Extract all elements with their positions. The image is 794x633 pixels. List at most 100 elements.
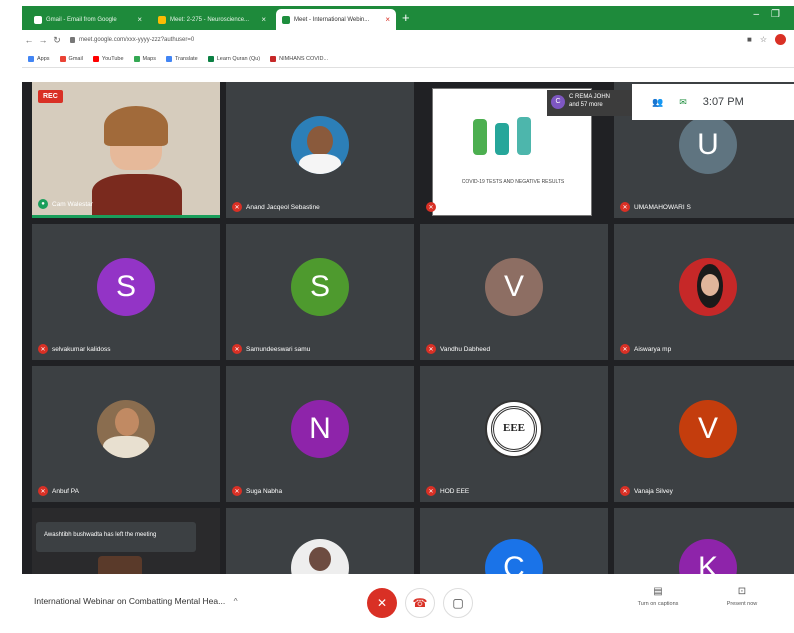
participant-tile[interactable] [226,508,414,574]
participant-avatar: S [291,257,349,316]
people-icon[interactable]: 👥 [652,97,663,108]
participant-avatar: N [291,399,349,458]
presenter-avatar: C [551,95,565,109]
mic-off-icon: ✕ [232,486,242,496]
meeting-details[interactable]: International Webinar on Combatting Ment… [34,596,238,606]
participant-avatar: C [485,539,543,574]
slide-caption: COVID-19 TESTS AND NEGATIVE RESULTS [461,179,565,185]
participant-name: Cam Walestar [52,200,93,208]
participant-name-label: ● Cam Walestar [38,199,93,209]
participant-tile[interactable]: S ✕ Samundeeswari samu [226,224,414,360]
presenter-badge[interactable]: C C REMA JOHN and 57 more [547,90,637,116]
present-now-button[interactable]: ⊡ Present now [712,586,772,607]
meet-favicon-icon [282,15,290,24]
participant-tile[interactable]: ✕ Anbuf PA [32,366,220,502]
star-icon[interactable]: ☆ [760,35,767,44]
new-tab-button[interactable]: + [402,11,410,25]
presenter-more: and 57 more [569,102,603,108]
meet-top-panel: 👥 ✉ 3:07 PM [632,84,794,120]
close-tab-icon[interactable]: × [261,15,266,24]
screen: { "browser": { "tabs": [ {"label": "Gmai… [0,0,794,633]
address-bar: ← → ↻ meet.google.com/xxx-yyyy-zzz?authu… [22,30,794,50]
face-shape [309,547,331,571]
chat-icon[interactable]: ✉ [679,97,687,108]
participant-avatar-photo [679,257,737,316]
present-label: Present now [726,601,758,607]
window-controls: – ❐ [753,9,780,20]
participant-name: HOD EEE [440,487,470,495]
back-icon[interactable]: ← [22,35,36,45]
present-screen-icon: ⊡ [737,586,747,597]
close-tab-icon[interactable]: × [137,15,142,24]
participant-tile[interactable]: K [614,508,794,574]
meet-video-grid: ● Cam Walestar REC ✕ Anand Jacqeol Sebas… [22,82,794,574]
tab-meet-active[interactable]: Meet - International Webin... × [276,9,396,30]
gmail-favicon-icon [34,15,42,24]
participant-tile[interactable]: S ✕ selvakumar kalidoss [32,224,220,360]
participant-avatar: S [97,257,155,316]
bookmark-label: NIMHANS COVID... [279,55,329,62]
participant-avatar: U [679,115,737,174]
mic-off-button[interactable]: ✕ [367,588,397,618]
leave-call-button[interactable]: ☎ [405,588,435,618]
reload-icon[interactable]: ↻ [50,35,64,46]
mic-off-icon: ✕ [426,344,436,354]
participant-tile[interactable]: N ✕ Suga Nabha [226,366,414,502]
face-shape [307,125,333,156]
tab-gmail[interactable]: Gmail - Email from Google × [28,9,148,30]
apps-icon [28,55,34,62]
profile-avatar[interactable] [775,34,786,45]
camera-permission-icon[interactable]: ■ [747,35,752,44]
address-bar-actions: ■ ☆ [747,34,786,45]
participant-tile[interactable]: ✕ Aiswarya mp [614,224,794,360]
shirt-shape [299,153,341,174]
participant-tile[interactable]: C [420,508,608,574]
captions-label: Turn on captions [637,601,679,607]
tab-label: Gmail - Email from Google [46,16,117,23]
mic-off-icon: ✕ [376,596,388,610]
participant-avatar-photo [291,539,349,574]
participant-avatar: V [485,257,543,316]
meet-favicon-icon [158,15,166,24]
forward-icon[interactable]: → [36,35,50,45]
participant-tile[interactable]: V ✕ Vandhu Dabheed [420,224,608,360]
minimize-icon[interactable]: – [753,9,759,20]
participant-avatar: K [679,539,737,574]
bookmark-apps[interactable]: Apps [28,55,50,62]
participant-name-label: ✕ Anbuf PA [38,486,79,496]
eee-logo-icon: EEE [485,399,543,458]
speaking-icon: ● [38,199,48,209]
bookmark-nimhans[interactable]: NIMHANS COVID... [270,55,329,62]
participant-photo [98,556,142,574]
participant-name: Vandhu Dabheed [440,345,491,353]
participant-name-label: ✕ [426,202,436,212]
camera-button[interactable]: ▢ [443,588,473,618]
hair-shape [104,106,168,146]
tab-meet-neuroscience[interactable]: Meet: 2-275 - Neuroscience... × [152,9,272,30]
participant-name: Anbuf PA [52,487,79,495]
bookmark-label: Learn Quran (Qu) [216,55,261,62]
bookmark-maps[interactable]: Maps [133,55,156,62]
bookmark-gmail[interactable]: Gmail [59,55,83,62]
captions-button[interactable]: ▤ Turn on captions [628,586,688,607]
bookmark-translate[interactable]: Translate [166,55,198,62]
bookmark-youtube[interactable]: YouTube [92,55,124,62]
bookmark-learn[interactable]: Learn Quran (Qu) [207,55,261,62]
bookmark-label: Maps [142,55,156,62]
participant-tile[interactable]: V ✕ Vanaja Silvey [614,366,794,502]
participant-tile[interactable]: ✕ Anand Jacqeol Sebastine [226,82,414,218]
participant-name-label: ✕ UMAMAHOWARI S [620,202,691,212]
participant-tile[interactable]: EEE ✕ HOD EEE [420,366,608,502]
participant-name-label: ✕ selvakumar kalidoss [38,344,111,354]
bookmarks-bar: Apps Gmail YouTube Maps Translate Learn … [22,50,794,68]
restore-icon[interactable]: ❐ [771,9,780,20]
slide-figure [495,123,509,155]
mic-off-icon: ✕ [232,202,242,212]
close-tab-icon[interactable]: × [385,15,390,24]
participant-tile[interactable]: ● Cam Walestar REC [32,82,220,218]
slide-figure [473,119,487,155]
mic-off-icon: ✕ [38,344,48,354]
phone-hangup-icon: ☎ [412,596,428,610]
url-field[interactable]: meet.google.com/xxx-yyyy-zzz?authuser=0 [70,37,194,43]
youtube-icon [92,55,99,62]
